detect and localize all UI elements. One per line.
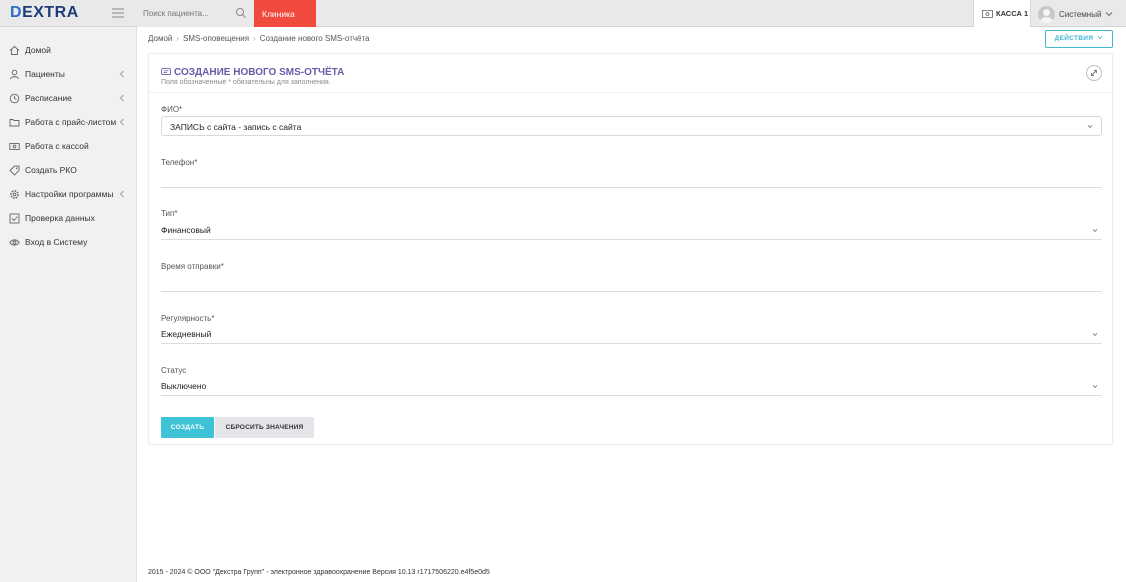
sidebar-item-pricelist[interactable]: Работа с прайс-листом — [0, 112, 137, 132]
breadcrumb-current: Создание нового SMS-отчёта — [259, 34, 370, 43]
expand-button[interactable] — [1086, 65, 1102, 81]
sidebar-item-label: Настройки программы — [25, 189, 114, 199]
chevron-down-icon — [1092, 333, 1098, 337]
breadcrumb: Домой › SMS-оповещения › Создание нового SMS… — [148, 34, 370, 43]
user-name: Системный — [1059, 9, 1102, 19]
sidebar-item-login[interactable]: Вход в Систему — [0, 232, 137, 252]
sidebar-item-patients[interactable]: Пациенты — [0, 64, 137, 84]
status-value: Выключено — [161, 381, 207, 391]
logo-mark: D — [10, 4, 23, 21]
sidebar-item-data-check[interactable]: Проверка данных — [0, 208, 137, 228]
fio-select[interactable]: ЗАПИСЬ с сайта - запись с сайта — [161, 116, 1102, 136]
clock-icon — [9, 93, 20, 103]
phone-label: Телефон* — [161, 158, 198, 167]
kassa-button[interactable]: КАССА 1 — [973, 0, 1031, 27]
type-label: Тип* — [161, 209, 178, 218]
sidebar-item-label: Вход в Систему — [25, 237, 88, 247]
patient-search-input[interactable] — [143, 6, 235, 21]
actions-button[interactable]: ДЕЙСТВИЯ — [1045, 30, 1113, 48]
title-text: СОЗДАНИЕ НОВОГО SMS-ОТЧЁТА — [174, 67, 345, 78]
search-icon[interactable] — [235, 7, 247, 19]
sidebar: Домой Пациенты Расписание Работа с прайс… — [0, 27, 137, 582]
cash-icon — [982, 10, 993, 18]
actions-label: ДЕЙСТВИЯ — [1054, 35, 1094, 42]
status-label: Статус — [161, 366, 187, 375]
kassa-label: КАССА 1 — [996, 9, 1029, 18]
tag-icon — [9, 165, 20, 176]
page-title: СОЗДАНИЕ НОВОГО SMS-ОТЧЁТА — [161, 67, 344, 78]
fio-value: ЗАПИСЬ с сайта - запись с сайта — [170, 122, 302, 132]
send-time-label: Время отправки* — [161, 262, 224, 271]
sidebar-item-label: Проверка данных — [25, 213, 95, 223]
chevron-down-icon — [1106, 12, 1113, 17]
send-time-input[interactable] — [161, 272, 1102, 292]
chevron-left-icon — [119, 118, 124, 126]
eye-icon — [9, 238, 20, 246]
clinic-label: Клиника — [262, 9, 295, 19]
message-icon — [161, 68, 171, 76]
sidebar-item-label: Домой — [25, 45, 51, 55]
chevron-down-icon — [1092, 385, 1098, 389]
sidebar-item-create-rko[interactable]: Создать РКО — [0, 160, 137, 180]
create-button[interactable]: СОЗДАТЬ — [161, 417, 214, 438]
chevron-left-icon — [119, 94, 124, 102]
top-bar: DEXTRA Клиника КАССА 1 Системный — [0, 0, 1126, 27]
sidebar-item-cashbox[interactable]: Работа с кассой — [0, 136, 137, 156]
type-value: Финансовый — [161, 225, 211, 235]
sidebar-item-label: Создать РКО — [25, 165, 77, 175]
fio-label: ФИО* — [161, 105, 183, 114]
type-select[interactable]: Финансовый — [161, 220, 1102, 240]
regularity-select[interactable]: Ежедневный — [161, 324, 1102, 344]
home-icon — [9, 45, 20, 55]
chevron-down-icon — [1098, 36, 1103, 40]
logo-text: EXTRA — [22, 4, 79, 21]
user-icon — [10, 69, 19, 79]
status-select[interactable]: Выключено — [161, 376, 1102, 396]
form-subtitle: Поля обозначенные * обязательны для запо… — [161, 79, 331, 86]
folder-icon — [9, 118, 20, 126]
avatar — [1038, 5, 1055, 23]
breadcrumb-sms[interactable]: SMS-оповещения — [183, 34, 249, 43]
checkbox-icon — [9, 213, 20, 223]
chevron-down-icon — [1092, 229, 1098, 233]
chevron-left-icon — [119, 70, 124, 78]
clinic-button[interactable]: Клиника — [254, 0, 316, 27]
reset-button[interactable]: СБРОСИТЬ ЗНАЧЕНИЯ — [215, 417, 314, 438]
expand-icon — [1091, 70, 1097, 76]
divider — [149, 92, 1114, 93]
sidebar-item-schedule[interactable]: Расписание — [0, 88, 137, 108]
sidebar-item-settings[interactable]: Настройки программы — [0, 184, 137, 204]
form-card: СОЗДАНИЕ НОВОГО SMS-ОТЧЁТА Поля обозначе… — [148, 53, 1114, 445]
user-menu[interactable]: Системный — [1038, 4, 1113, 24]
sidebar-item-label: Работа с кассой — [25, 141, 89, 151]
cash-icon — [9, 142, 20, 150]
regularity-value: Ежедневный — [161, 329, 212, 339]
chevron-left-icon — [119, 190, 124, 198]
footer: 2015 - 2024 © ООО "Декстра Групп" - элек… — [148, 569, 490, 576]
phone-input[interactable] — [161, 168, 1102, 188]
gear-icon — [10, 189, 19, 199]
chevron-down-icon — [1087, 125, 1093, 129]
sidebar-item-label: Пациенты — [25, 69, 65, 79]
menu-toggle-icon[interactable] — [112, 8, 124, 18]
logo[interactable]: DEXTRA — [10, 4, 79, 22]
sidebar-item-home[interactable]: Домой — [0, 40, 137, 60]
regularity-label: Регулярность* — [161, 314, 215, 323]
sidebar-item-label: Расписание — [25, 93, 72, 103]
sidebar-item-label: Работа с прайс-листом — [25, 117, 117, 127]
breadcrumb-home[interactable]: Домой — [148, 34, 172, 43]
